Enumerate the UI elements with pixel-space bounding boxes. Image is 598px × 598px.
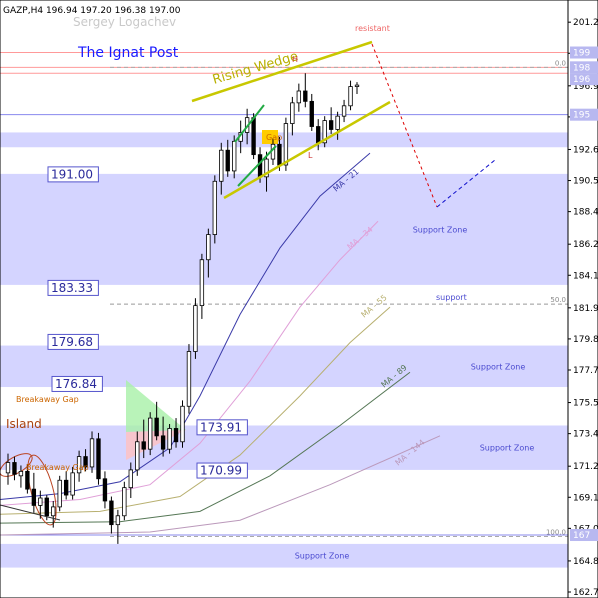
y-tick-label: 184.15	[573, 271, 598, 281]
y-tick-label: 201.25	[573, 18, 598, 28]
candle-body	[348, 86, 353, 107]
candle-body	[148, 417, 153, 450]
y-tick-label: 192.65	[573, 145, 598, 155]
candle-body	[335, 115, 340, 130]
breakaway-gap-label: Breakaway Gap	[26, 463, 89, 472]
y-tick-label: 164.85	[573, 557, 598, 567]
chart-svg: Support Zone Support Zone Support Zone Supp…	[0, 0, 598, 598]
resistant-label: resistant	[355, 24, 390, 33]
y-tick-label: 175.55	[573, 399, 598, 409]
price-tag-label: 167	[573, 531, 590, 541]
candle-body	[290, 102, 295, 124]
candle-body	[109, 500, 114, 526]
level-box-label: 191.00	[51, 167, 93, 181]
candle-body	[199, 259, 205, 307]
y-tick-label: 173.45	[573, 430, 598, 440]
candle-body	[296, 90, 302, 104]
island-label: Island	[6, 417, 42, 431]
candle-body	[18, 470, 24, 477]
y-tick-label: 186.25	[573, 240, 598, 250]
candle-body	[154, 417, 159, 437]
candle-body	[63, 479, 69, 496]
candle-body	[180, 405, 185, 443]
candle-body	[25, 470, 30, 490]
fib-label: 50.0	[550, 296, 566, 304]
candle-body	[309, 100, 314, 127]
support-zone	[0, 543, 568, 568]
high-marker: H	[292, 55, 298, 64]
candle-body	[89, 438, 95, 468]
y-tick-label: 188.45	[573, 208, 598, 218]
candle-body	[44, 497, 49, 517]
support-zone-label: Support Zone	[471, 362, 526, 371]
y-tick-label: 179.85	[573, 335, 598, 345]
candle-body	[12, 462, 17, 475]
y-tick-label: 177.75	[573, 366, 598, 376]
y-tick-label: 181.95	[573, 304, 598, 314]
low-marker: L	[308, 151, 313, 160]
candle-body	[193, 305, 198, 352]
level-box-label: 173.91	[200, 420, 242, 434]
brand-title: The Ignat Post	[77, 45, 179, 61]
price-tag-label: 196	[573, 75, 590, 85]
candle-body	[70, 472, 75, 496]
level-box-label: 179.68	[51, 335, 93, 349]
candle-body	[122, 487, 127, 517]
price-tag-label: 199	[573, 49, 590, 59]
candle-body	[186, 351, 192, 407]
candle-body	[173, 428, 179, 443]
candle-body	[303, 90, 308, 102]
candle-body	[341, 105, 347, 117]
y-tick-label: 190.55	[573, 177, 598, 187]
support-zone	[0, 173, 568, 285]
candle-body	[115, 515, 121, 526]
price-tag-label: 198	[573, 63, 590, 73]
candle-body	[128, 469, 133, 489]
candle-body	[167, 428, 172, 450]
candle-body	[225, 149, 230, 172]
candle-body	[328, 120, 334, 130]
candle-body	[206, 234, 211, 261]
watermark: Sergey Logachev	[73, 15, 176, 29]
candle-body	[5, 462, 11, 474]
candle-body	[212, 180, 217, 235]
candle-body	[31, 488, 37, 506]
breakaway-gap-label: Breakaway Gap	[16, 395, 79, 404]
candle-body	[219, 149, 224, 182]
level-box-label: 170.99	[200, 464, 242, 478]
candle-body	[257, 154, 263, 178]
candle-body	[51, 506, 56, 517]
candle-body	[354, 84, 360, 87]
candle-body	[96, 438, 101, 480]
candle-body	[57, 479, 62, 508]
candle-body	[277, 143, 282, 166]
candle-body	[251, 117, 256, 156]
candle-body	[283, 123, 289, 166]
y-tick-label: 171.25	[573, 462, 598, 472]
candle-body	[141, 441, 146, 450]
level-box-label: 176.84	[55, 377, 97, 391]
y-tick-label: 162.75	[573, 588, 598, 598]
candle-body	[135, 441, 140, 471]
candle-body	[102, 478, 108, 502]
chart-root: Support Zone Support Zone Support Zone Supp…	[0, 0, 598, 598]
level-box-label: 183.33	[51, 281, 93, 295]
price-tag-label: 195	[573, 111, 590, 121]
fib-label: 0.0	[555, 59, 566, 67]
support-label: support	[436, 293, 467, 302]
candle-body	[316, 126, 321, 144]
candle-body	[38, 497, 43, 506]
y-tick-label: 169.15	[573, 493, 598, 503]
fib-label: 100.0	[546, 528, 566, 536]
candle-body	[232, 140, 237, 172]
support-zone-label: Support Zone	[295, 552, 350, 561]
gap-label: Gap	[266, 133, 282, 142]
support-zone-label: Support Zone	[413, 225, 468, 234]
support-zone-label: Support Zone	[480, 444, 535, 453]
candle-body	[160, 435, 166, 450]
